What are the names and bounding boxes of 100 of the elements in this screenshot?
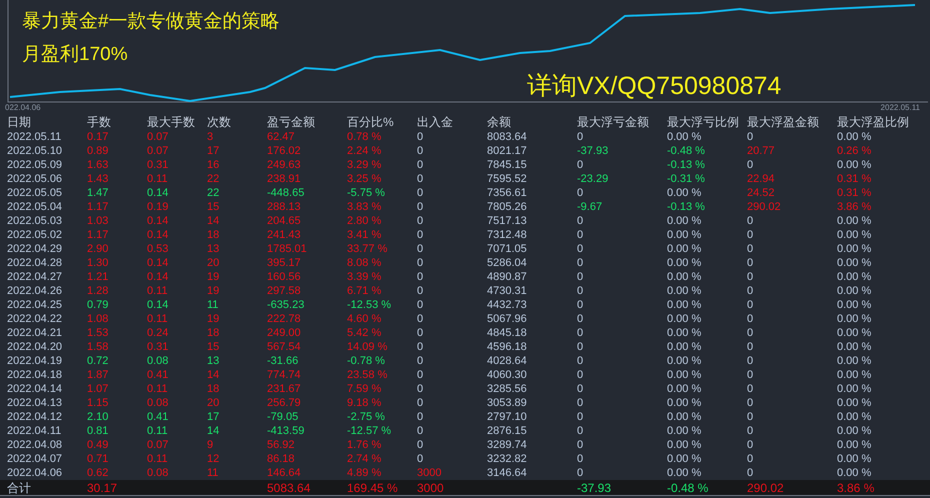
table-cell: 0.24 [147, 326, 168, 340]
table-cell: 0 [577, 340, 584, 354]
table-cell: 0.00 % [837, 130, 872, 144]
table-cell: 0.31 % [837, 186, 872, 200]
table-cell: 22 [207, 186, 220, 200]
table-cell: 0 [577, 368, 584, 382]
table-cell: 14 [207, 424, 220, 438]
table-cell: 0 [577, 242, 584, 256]
table-cell: 160.56 [267, 270, 301, 284]
table-cell: 0.14 [147, 270, 168, 284]
table-cell: 0.00 % [667, 424, 702, 438]
table-cell: 9.18 % [347, 396, 382, 410]
table-cell: 3289.74 [487, 438, 527, 452]
table-cell: -0.13 % [667, 158, 705, 172]
table-cell: -23.29 [577, 172, 608, 186]
table-cell: 2022.05.11 [7, 130, 62, 144]
table-cell: -9.67 [577, 200, 602, 214]
table-cell: 15 [207, 340, 220, 354]
table-cell: 3.86 % [837, 200, 872, 214]
table-cell: 15 [207, 200, 220, 214]
table-cell: 0 [747, 228, 754, 242]
table-cell: 22 [207, 172, 220, 186]
table-cell: 33.77 % [347, 242, 388, 256]
table-cell: 0 [577, 186, 584, 200]
table-cell: 0.41 [147, 368, 168, 382]
column-header: 日期 [7, 115, 31, 130]
table-cell: -413.59 [267, 424, 304, 438]
table-cell: 0.00 % [667, 382, 702, 396]
table-cell: 0.00 % [667, 214, 702, 228]
table-cell: 6.71 % [347, 284, 382, 298]
table-cell: 3.86 % [837, 480, 874, 496]
table-cell: -79.05 [267, 410, 298, 424]
table-cell: 4845.18 [487, 326, 527, 340]
table-cell: 0.11 [147, 382, 168, 396]
table-cell: 8021.17 [487, 144, 527, 158]
table-cell: 0.79 [87, 298, 108, 312]
table-cell: -0.48 % [667, 480, 708, 496]
table-cell: 0.07 [147, 130, 168, 144]
table-cell: 24.52 [747, 186, 775, 200]
table-cell: 0.00 % [837, 326, 872, 340]
table-cell: 1.03 [87, 214, 108, 228]
column-header: 最大浮盈金额 [747, 115, 819, 130]
table-cell: 3146.64 [487, 466, 527, 480]
column-header: 余额 [487, 115, 511, 130]
table-cell: 1.43 [87, 172, 108, 186]
table-cell: 567.54 [267, 340, 301, 354]
table-cell: 0.00 % [837, 354, 872, 368]
table-cell: 0 [747, 340, 754, 354]
table-cell: 0 [577, 270, 584, 284]
table-cell: 0.00 % [837, 256, 872, 270]
table-cell: 0.14 [147, 186, 168, 200]
chart-subtitle: 月盈利170% [22, 45, 128, 64]
column-header: 手数 [87, 115, 111, 130]
table-cell: 0 [747, 130, 754, 144]
table-cell: 19 [207, 284, 220, 298]
table-cell: 0 [417, 284, 424, 298]
table-cell: 1.28 [87, 284, 108, 298]
table-cell: 0.41 [147, 410, 168, 424]
table-cell: 0 [747, 354, 754, 368]
table-cell: 5286.04 [487, 256, 527, 270]
table-cell: 30.17 [87, 480, 118, 496]
table-cell: 0 [747, 466, 754, 480]
table-cell: 1.76 % [347, 438, 382, 452]
table-cell: 2022.04.12 [7, 410, 62, 424]
table-cell: 0.00 % [837, 452, 872, 466]
table-cell: 0 [417, 382, 424, 396]
table-cell: 0 [577, 382, 584, 396]
table-cell: 0.00 % [837, 466, 872, 480]
table-cell: 0 [747, 270, 754, 284]
table-cell: 0 [417, 270, 424, 284]
table-cell: 2022.04.19 [7, 354, 62, 368]
table-cell: -0.48 % [667, 144, 705, 158]
table-cell: 249.00 [267, 326, 301, 340]
table-cell: 0 [417, 186, 424, 200]
table-cell: 0 [577, 284, 584, 298]
table-cell: 0.11 [147, 172, 168, 186]
table-cell: 16 [207, 158, 220, 172]
table-cell: 1.07 [87, 382, 108, 396]
table-cell: 0.00 % [837, 298, 872, 312]
table-cell: 2022.05.10 [7, 144, 62, 158]
table-cell: 0.78 % [347, 130, 382, 144]
table-cell: 0.19 [147, 200, 168, 214]
table-cell: 1.58 [87, 340, 108, 354]
table-cell: 0 [577, 228, 584, 242]
table-cell: 0 [747, 452, 754, 466]
table-cell: 0.00 % [667, 270, 702, 284]
table-cell: 231.67 [267, 382, 301, 396]
column-header: 百分比% [347, 115, 394, 130]
table-cell: 2022.04.07 [7, 452, 62, 466]
table-cell: 5083.64 [267, 480, 310, 496]
table-cell: 0.00 % [837, 270, 872, 284]
table-cell: 0.00 % [837, 410, 872, 424]
table-cell: 7071.05 [487, 242, 527, 256]
table-cell: 18 [207, 382, 220, 396]
column-header: 最大浮亏比例 [667, 115, 739, 130]
table-cell: 2.24 % [347, 144, 382, 158]
table-cell: 1.21 [87, 270, 108, 284]
column-header: 盈亏金额 [267, 115, 315, 130]
table-cell: 0.31 % [837, 172, 872, 186]
table-cell: 11 [207, 466, 218, 480]
